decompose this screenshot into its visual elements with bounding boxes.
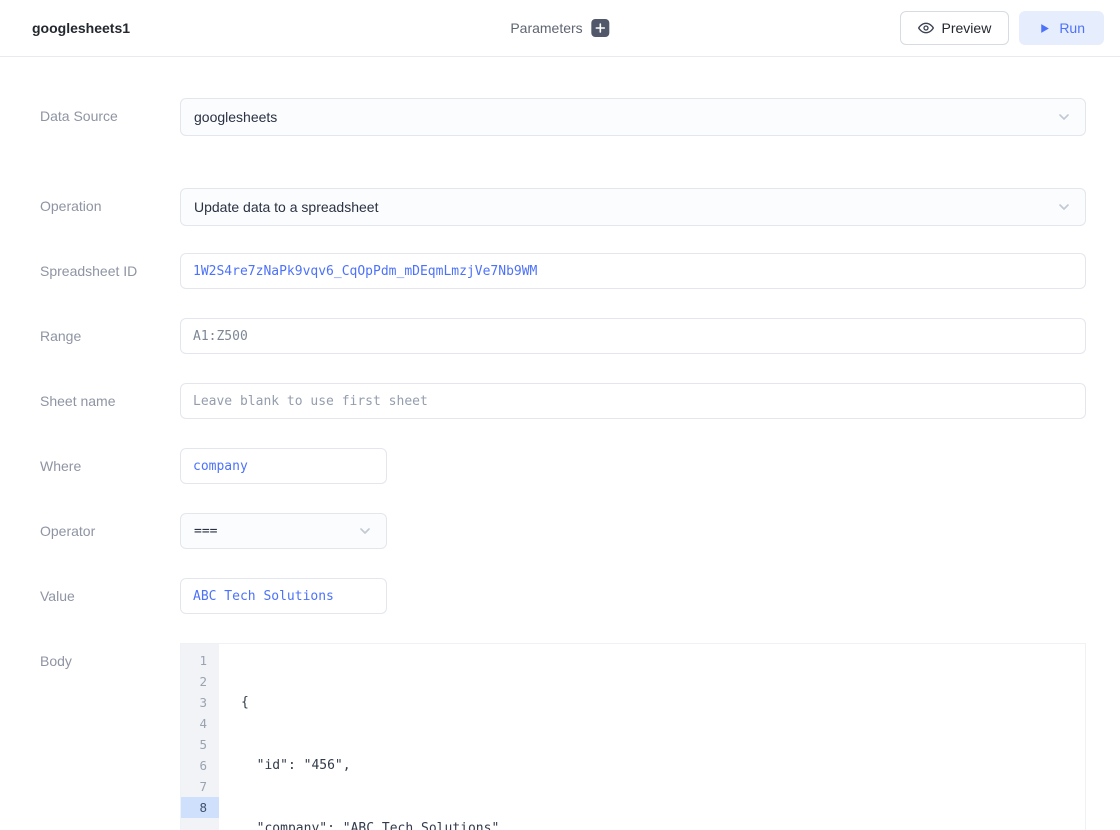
value-row: Value xyxy=(40,578,1086,614)
parameters-section: Parameters xyxy=(510,0,609,56)
plus-icon xyxy=(596,23,606,33)
play-icon xyxy=(1038,22,1051,35)
code-line: "company": "ABC Tech Solutions", xyxy=(241,818,1085,830)
header-actions: Preview Run xyxy=(900,11,1104,45)
add-parameter-button[interactable] xyxy=(592,19,610,37)
chevron-down-icon xyxy=(1056,199,1072,215)
line-number: 7 xyxy=(181,776,219,797)
header: googlesheets1 Parameters Preview Run xyxy=(0,0,1120,57)
operator-label: Operator xyxy=(40,513,180,539)
query-form: Data Source googlesheets Operation Updat… xyxy=(0,57,1120,830)
chevron-down-icon xyxy=(1056,109,1072,125)
editor-code-area[interactable]: { "id": "456", "company": "ABC Tech Solu… xyxy=(219,644,1085,830)
eye-icon xyxy=(918,20,934,36)
sheet-name-row: Sheet name xyxy=(40,383,1086,419)
sheet-name-input[interactable] xyxy=(180,383,1086,419)
line-number: 2 xyxy=(181,671,219,692)
spreadsheet-id-input[interactable] xyxy=(180,253,1086,289)
data-source-select[interactable]: googlesheets xyxy=(180,98,1086,136)
parameters-label: Parameters xyxy=(510,20,582,36)
body-code-editor[interactable]: 1 2 3 4 5 6 7 8 { "id": "456", "company"… xyxy=(180,643,1086,830)
operation-value: Update data to a spreadsheet xyxy=(194,199,378,215)
run-button[interactable]: Run xyxy=(1019,11,1104,45)
where-row: Where xyxy=(40,448,1086,484)
code-line: "id": "456", xyxy=(241,755,1085,776)
line-number: 5 xyxy=(181,734,219,755)
data-source-label: Data Source xyxy=(40,98,180,124)
operation-select[interactable]: Update data to a spreadsheet xyxy=(180,188,1086,226)
line-number: 6 xyxy=(181,755,219,776)
sheet-name-label: Sheet name xyxy=(40,383,180,409)
spreadsheet-id-row: Spreadsheet ID xyxy=(40,253,1086,289)
value-input[interactable] xyxy=(180,578,387,614)
body-row: Body 1 2 3 4 5 6 7 8 { "id": xyxy=(40,643,1086,830)
where-label: Where xyxy=(40,448,180,474)
code-line: { xyxy=(241,692,1085,713)
data-source-row: Data Source googlesheets xyxy=(40,98,1086,136)
data-source-value: googlesheets xyxy=(194,109,277,125)
range-input[interactable] xyxy=(180,318,1086,354)
where-input[interactable] xyxy=(180,448,387,484)
query-title[interactable]: googlesheets1 xyxy=(32,20,130,36)
line-number: 1 xyxy=(181,650,219,671)
chevron-down-icon xyxy=(357,523,373,539)
value-label: Value xyxy=(40,578,180,604)
query-editor-panel: googlesheets1 Parameters Preview Run xyxy=(0,0,1120,830)
line-number: 4 xyxy=(181,713,219,734)
operation-row: Operation Update data to a spreadsheet xyxy=(40,188,1086,226)
preview-button-label: Preview xyxy=(942,20,992,36)
preview-button[interactable]: Preview xyxy=(900,11,1010,45)
editor-gutter: 1 2 3 4 5 6 7 8 xyxy=(181,644,219,830)
line-number: 3 xyxy=(181,692,219,713)
body-label: Body xyxy=(40,643,180,669)
operation-label: Operation xyxy=(40,188,180,214)
line-number-active: 8 xyxy=(181,797,219,818)
operator-row: Operator === xyxy=(40,513,1086,549)
range-label: Range xyxy=(40,318,180,344)
operator-select[interactable]: === xyxy=(180,513,387,549)
run-button-label: Run xyxy=(1059,20,1085,36)
operator-value: === xyxy=(194,524,217,539)
range-row: Range xyxy=(40,318,1086,354)
spreadsheet-id-label: Spreadsheet ID xyxy=(40,253,180,279)
